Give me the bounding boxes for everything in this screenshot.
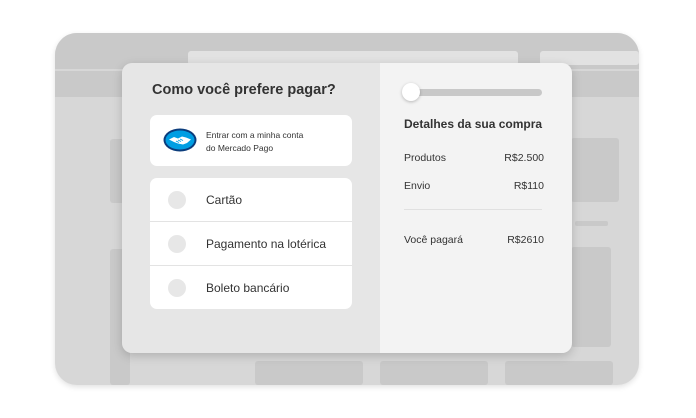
summary-row-total: Você pagará R$2610	[404, 234, 544, 246]
mercado-pago-login-button[interactable]: Entrar com a minha conta do Mercado Pago	[150, 115, 352, 166]
summary-divider	[404, 209, 542, 210]
summary-row-products: Produtos R$2.500	[404, 152, 544, 164]
mercado-pago-login-text: Entrar com a minha conta do Mercado Pago	[206, 129, 346, 155]
payment-option-label: Cartão	[206, 192, 243, 207]
payment-title: Como você prefere pagar?	[152, 82, 336, 98]
background-right-panel	[571, 247, 611, 347]
background-bottom-card-1	[255, 361, 363, 385]
purchase-summary-pane: Detalhes da sua compra Produtos R$2.500 …	[380, 63, 572, 353]
shipping-value: R$110	[513, 180, 544, 192]
mercado-pago-handshake-icon	[163, 128, 197, 152]
payment-option-cartao[interactable]: Cartão	[150, 178, 352, 222]
payment-option-boleto[interactable]: Boleto bancário	[150, 266, 352, 309]
total-value: R$2610	[507, 234, 544, 246]
mercado-pago-line-2: do Mercado Pago	[206, 143, 274, 153]
payment-option-label: Pagamento na lotérica	[206, 236, 327, 251]
summary-title: Detalhes da sua compra	[404, 117, 543, 131]
payment-option-label: Boleto bancário	[206, 280, 290, 295]
background-bottom-card-3	[505, 361, 613, 385]
checkout-modal: Como você prefere pagar? Entrar com a mi…	[122, 63, 572, 353]
summary-row-shipping: Envio R$110	[404, 180, 544, 192]
background-right-line	[575, 221, 608, 226]
products-value: R$2.500	[504, 152, 544, 164]
shipping-label: Envio	[404, 180, 431, 192]
radio-button[interactable]	[168, 278, 186, 297]
payment-options-list: Cartão Pagamento na lotérica Boleto banc…	[150, 178, 352, 309]
background-right-card	[571, 138, 619, 202]
radio-button[interactable]	[168, 190, 186, 209]
products-label: Produtos	[404, 152, 447, 164]
mercado-pago-line-1: Entrar com a minha conta	[206, 130, 304, 140]
total-label: Você pagará	[404, 234, 463, 246]
slider-track[interactable]	[410, 89, 542, 96]
payment-option-loterica[interactable]: Pagamento na lotérica	[150, 222, 352, 266]
radio-button[interactable]	[168, 234, 186, 253]
payment-methods-pane: Como você prefere pagar? Entrar com a mi…	[122, 63, 380, 353]
background-bottom-card-2	[380, 361, 488, 385]
slider-handle[interactable]	[402, 83, 420, 101]
